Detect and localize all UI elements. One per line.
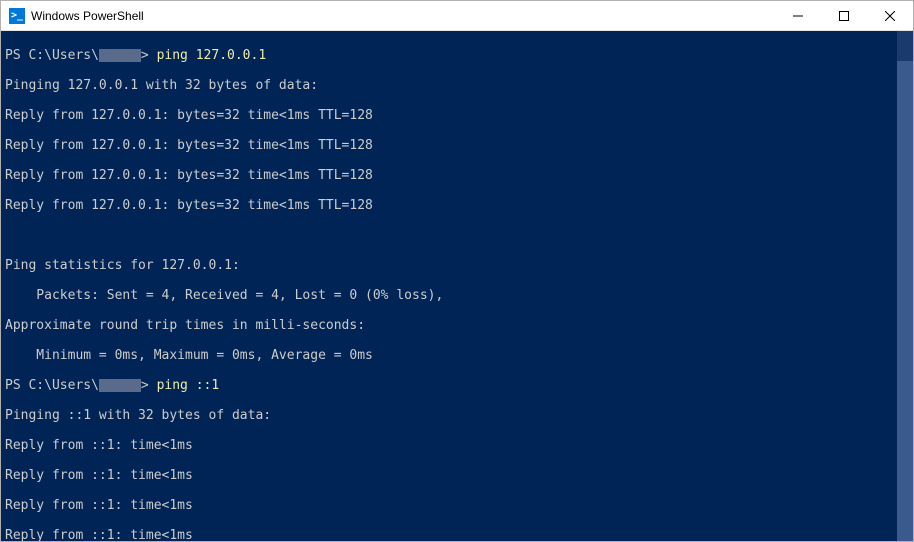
redacted-username [99,49,141,62]
output-line: Reply from ::1: time<1ms [5,468,909,483]
output-line: Approximate round trip times in milli-se… [5,318,909,333]
output-line: Pinging ::1 with 32 bytes of data: [5,408,909,423]
output-blank [5,228,909,243]
prompt-prefix: PS C:\Users\ [5,48,99,63]
output-line: Reply from ::1: time<1ms [5,498,909,513]
output-line: Ping statistics for 127.0.0.1: [5,258,909,273]
window-controls [775,1,913,30]
maximize-button[interactable] [821,1,867,30]
output-line: Reply from 127.0.0.1: bytes=32 time<1ms … [5,168,909,183]
output-line: Reply from ::1: time<1ms [5,438,909,453]
command-text: ping 127.0.0.1 [157,48,267,63]
output-line: Pinging 127.0.0.1 with 32 bytes of data: [5,78,909,93]
vertical-scrollbar[interactable] [897,31,913,541]
prompt-line: PS C:\Users\ > ping 127.0.0.1 [5,48,909,63]
prompt-suffix: > [141,378,149,393]
terminal-output[interactable]: PS C:\Users\ > ping 127.0.0.1 Pinging 127… [1,31,913,541]
output-line: Packets: Sent = 4, Received = 4, Lost = … [5,288,909,303]
output-line: Reply from 127.0.0.1: bytes=32 time<1ms … [5,108,909,123]
command-text: ping ::1 [157,378,220,393]
prompt-prefix: PS C:\Users\ [5,378,99,393]
output-line: Reply from ::1: time<1ms [5,528,909,541]
output-line: Reply from 127.0.0.1: bytes=32 time<1ms … [5,198,909,213]
window-titlebar[interactable]: >_ Windows PowerShell [1,1,913,31]
scrollbar-thumb[interactable] [897,61,913,541]
prompt-suffix: > [141,48,149,63]
prompt-line: PS C:\Users\ > ping ::1 [5,378,909,393]
close-button[interactable] [867,1,913,30]
powershell-icon: >_ [9,8,25,24]
redacted-username [99,379,141,392]
output-line: Reply from 127.0.0.1: bytes=32 time<1ms … [5,138,909,153]
window-title: Windows PowerShell [31,9,775,23]
minimize-button[interactable] [775,1,821,30]
output-line: Minimum = 0ms, Maximum = 0ms, Average = … [5,348,909,363]
